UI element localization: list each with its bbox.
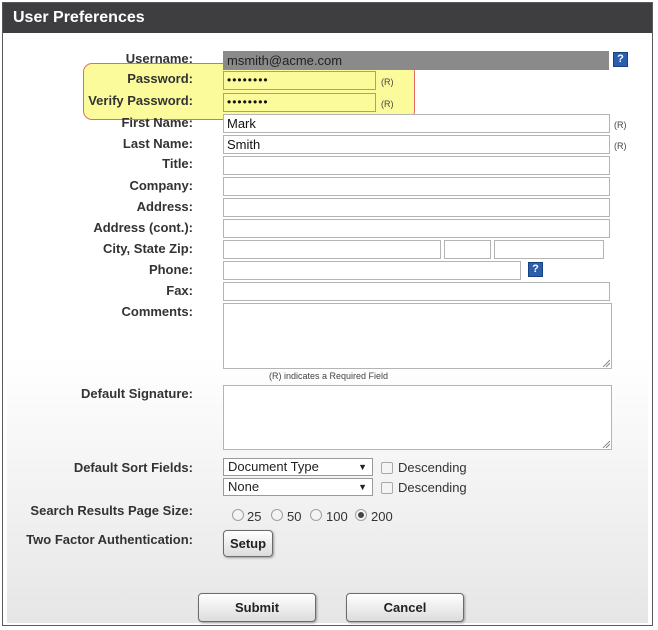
company-field[interactable] xyxy=(223,177,610,196)
last-name-required-marker: (R) xyxy=(614,141,627,151)
verify-password-field[interactable]: •••••••• xyxy=(223,93,376,112)
page-size-radio-25[interactable] xyxy=(232,509,244,521)
phone-help-icon[interactable]: ? xyxy=(528,262,543,277)
default-signature-textarea[interactable] xyxy=(223,385,612,450)
password-field[interactable]: •••••••• xyxy=(223,71,376,90)
resize-grip-icon[interactable] xyxy=(602,440,610,448)
phone-label: Phone: xyxy=(148,262,193,277)
address-label: Address: xyxy=(136,199,193,214)
first-name-required-marker: (R) xyxy=(614,120,627,130)
last-name-field[interactable]: Smith xyxy=(223,135,610,154)
sort-1-descending-label: Descending xyxy=(398,460,467,475)
zip-field[interactable] xyxy=(494,240,604,259)
two-factor-label: Two Factor Authentication: xyxy=(26,532,193,547)
address-field[interactable] xyxy=(223,198,610,217)
first-name-label: First Name: xyxy=(121,115,193,130)
window-title: User Preferences xyxy=(3,3,652,33)
state-field[interactable] xyxy=(444,240,491,259)
title-field[interactable] xyxy=(223,156,610,175)
page-size-radio-100[interactable] xyxy=(310,509,322,521)
page-size-option-100: 100 xyxy=(326,509,348,524)
setup-button[interactable]: Setup xyxy=(223,530,273,557)
username-help-icon[interactable]: ? xyxy=(613,52,628,67)
sort-1-descending-checkbox[interactable] xyxy=(381,462,393,474)
sort-field-2-value: None xyxy=(228,479,260,494)
search-page-size-label: Search Results Page Size: xyxy=(30,503,193,518)
comments-label: Comments: xyxy=(121,304,193,319)
city-field[interactable] xyxy=(223,240,441,259)
page-size-radio-50[interactable] xyxy=(271,509,283,521)
default-sort-fields-label: Default Sort Fields: xyxy=(73,460,193,475)
page-size-option-25: 25 xyxy=(247,509,262,524)
sort-field-1-value: Document Type xyxy=(228,459,319,474)
sort-2-descending-label: Descending xyxy=(398,480,467,495)
first-name-field[interactable]: Mark xyxy=(223,114,610,133)
page-size-radio-200[interactable] xyxy=(355,509,367,521)
page-size-option-200: 200 xyxy=(371,509,393,524)
preferences-form: Username: msmith@acme.com ? Password: ••… xyxy=(7,33,648,623)
password-label: Password: xyxy=(127,71,193,86)
submit-button[interactable]: Submit xyxy=(198,593,316,622)
sort-field-1-select[interactable]: Document Type ▼ xyxy=(223,458,373,476)
username-field: msmith@acme.com xyxy=(223,51,609,70)
cancel-button[interactable]: Cancel xyxy=(346,593,464,622)
fax-label: Fax: xyxy=(166,283,193,298)
address-cont-field[interactable] xyxy=(223,219,610,238)
company-label: Company: xyxy=(129,178,193,193)
default-signature-label: Default Signature: xyxy=(81,386,193,401)
user-preferences-window: User Preferences Username: msmith@acme.c… xyxy=(2,2,653,626)
comments-textarea[interactable] xyxy=(223,303,612,369)
username-label: Username: xyxy=(125,51,193,66)
required-field-note: (R) indicates a Required Field xyxy=(269,371,389,381)
resize-grip-icon[interactable] xyxy=(602,359,610,367)
dropdown-arrow-icon: ▼ xyxy=(358,462,367,472)
sort-2-descending-checkbox[interactable] xyxy=(381,482,393,494)
password-required-marker: (R) xyxy=(381,77,394,87)
verify-password-required-marker: (R) xyxy=(381,99,394,109)
page-size-option-50: 50 xyxy=(287,509,302,524)
last-name-label: Last Name: xyxy=(122,136,193,151)
sort-field-2-select[interactable]: None ▼ xyxy=(223,478,373,496)
address-cont-label: Address (cont.): xyxy=(93,220,193,235)
dropdown-arrow-icon: ▼ xyxy=(358,482,367,492)
city-state-zip-label: City, State Zip: xyxy=(102,241,193,256)
phone-field[interactable] xyxy=(223,261,521,280)
verify-password-label: Verify Password: xyxy=(88,93,193,108)
fax-field[interactable] xyxy=(223,282,610,301)
title-label: Title: xyxy=(162,156,193,171)
